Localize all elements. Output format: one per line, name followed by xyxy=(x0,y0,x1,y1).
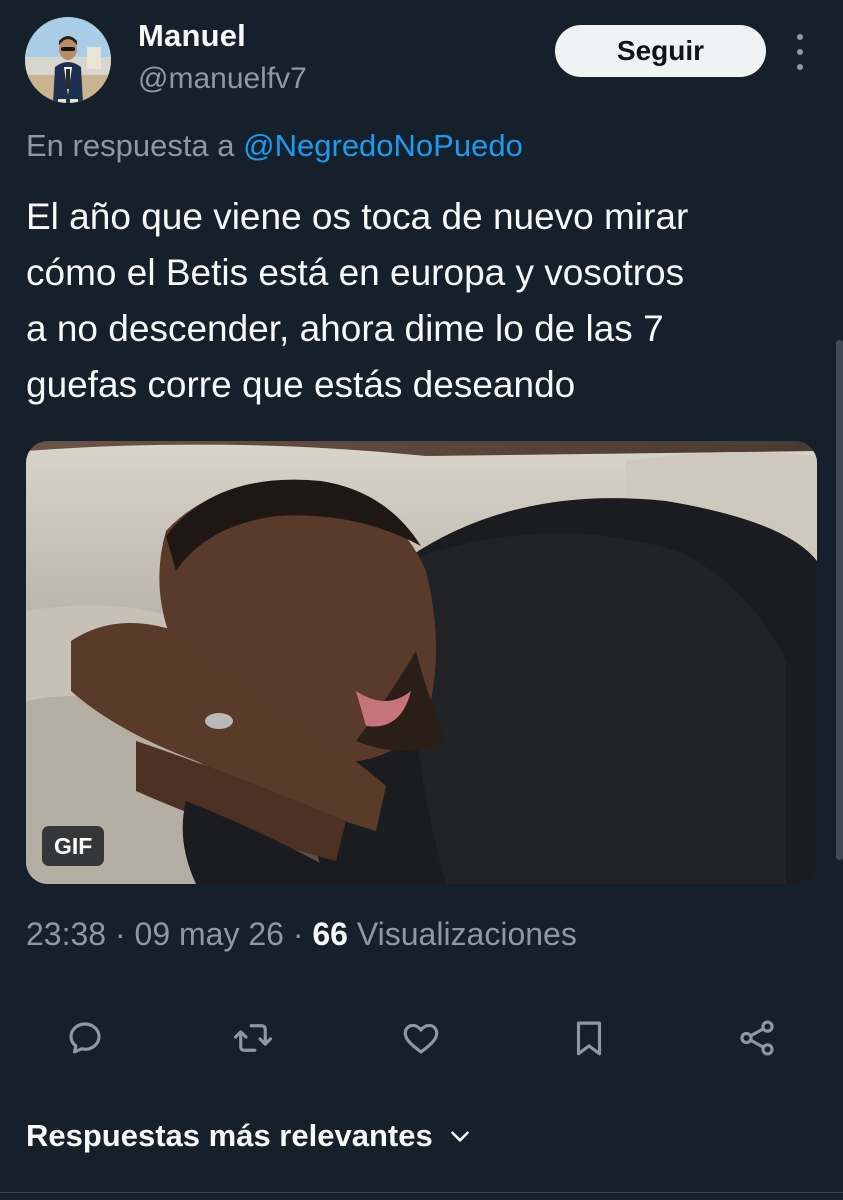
tweet-text-line: cómo el Betis está en europa y vosotros xyxy=(26,252,685,293)
follow-button[interactable]: Seguir xyxy=(555,25,766,77)
like-button[interactable] xyxy=(398,1015,444,1061)
reply-icon xyxy=(69,1022,101,1054)
reply-context: En respuesta a @NegredoNoPuedo xyxy=(26,128,523,164)
tweet-meta: 23:38 · 09 may 26 · 66 Visualizaciones xyxy=(26,916,577,953)
reply-mention-link[interactable]: @NegredoNoPuedo xyxy=(243,128,523,163)
tweet-date[interactable]: 09 may 26 xyxy=(135,916,284,952)
tweet-header: Manuel @manuelfv7 Seguir xyxy=(0,0,843,120)
bookmark-icon xyxy=(576,1021,602,1056)
author-display-name[interactable]: Manuel xyxy=(138,18,246,54)
replies-sort-selector[interactable]: Respuestas más relevantes xyxy=(26,1118,473,1154)
tweet-text-line: a no descender, ahora dime lo de las 7 xyxy=(26,308,664,349)
retweet-icon xyxy=(233,1024,273,1052)
meta-separator: · xyxy=(114,916,126,952)
tweet-text-line: El año que viene os toca de nuevo mirar xyxy=(26,196,689,237)
replies-sort-label: Respuestas más relevantes xyxy=(26,1118,433,1153)
share-button[interactable] xyxy=(734,1015,780,1061)
tweet-time[interactable]: 23:38 xyxy=(26,916,106,952)
more-vertical-icon[interactable] xyxy=(786,34,814,70)
meta-separator: · xyxy=(292,916,304,952)
views-label: Visualizaciones xyxy=(356,916,577,952)
share-icon xyxy=(740,1020,774,1056)
avatar[interactable] xyxy=(25,17,111,103)
tweet-text: El año que viene os toca de nuevo mirar … xyxy=(26,189,816,413)
tweet-actions xyxy=(0,1005,843,1069)
scrollbar[interactable] xyxy=(836,340,843,860)
retweet-button[interactable] xyxy=(230,1015,276,1061)
avatar-image xyxy=(25,17,111,103)
author-handle[interactable]: @manuelfv7 xyxy=(138,62,307,96)
tweet-media-gif[interactable]: GIF xyxy=(26,441,817,884)
like-icon xyxy=(403,1023,439,1054)
tweet-text-line: guefas corre que estás deseando xyxy=(26,364,576,405)
divider xyxy=(0,1192,843,1193)
reply-context-prefix: En respuesta a xyxy=(26,128,235,163)
reply-button[interactable] xyxy=(62,1015,108,1061)
views-count: 66 xyxy=(312,916,348,952)
chevron-down-icon xyxy=(447,1123,473,1149)
gif-badge: GIF xyxy=(42,826,105,866)
bookmark-button[interactable] xyxy=(566,1015,612,1061)
gif-image xyxy=(26,441,817,884)
